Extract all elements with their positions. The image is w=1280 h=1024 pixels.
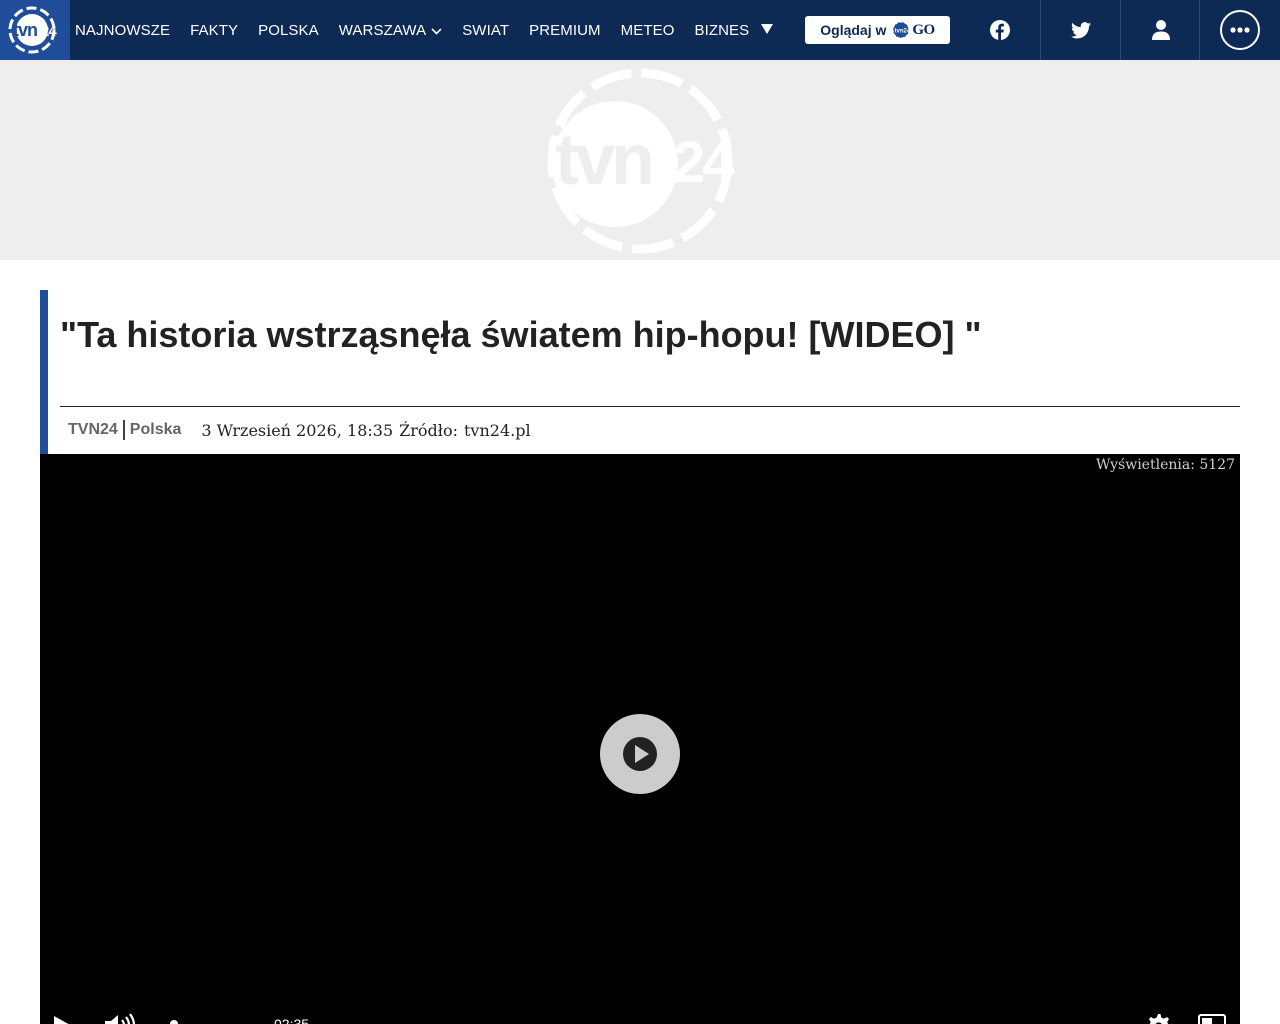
nav-item-polska[interactable]: POLSKA <box>258 22 319 39</box>
twitter-link[interactable] <box>1040 0 1120 60</box>
main-nav: NAJNOWSZE FAKTY POLSKA WARSZAWA SWIAT PR… <box>75 0 769 60</box>
tvn24-go-logo: tvn24 GO <box>892 21 935 39</box>
volume-icon <box>105 1013 136 1024</box>
svg-text:24: 24 <box>673 130 734 195</box>
watch-go-label: Oglądaj w <box>820 22 887 38</box>
facebook-icon <box>990 20 1010 40</box>
video-duration: 02:35 <box>274 1016 310 1024</box>
play-button[interactable] <box>52 1014 74 1024</box>
watch-go-button[interactable]: Oglądaj w tvn24 GO <box>805 16 950 44</box>
nav-item-premium[interactable]: PREMIUM <box>529 22 601 39</box>
article-source: tvn24.pl <box>463 420 531 440</box>
go-brand-text: GO <box>912 21 935 38</box>
nav-more-triangle-icon[interactable] <box>760 22 774 36</box>
user-icon <box>1151 20 1170 40</box>
view-count: Wyświetlenia: 5127 <box>1096 457 1235 473</box>
picture-in-picture-icon <box>1198 1014 1226 1024</box>
nav-item-warszawa[interactable]: WARSZAWA <box>339 22 442 39</box>
article-category[interactable]: Polska <box>130 421 182 439</box>
nav-item-label: NAJNOWSZE <box>75 21 171 39</box>
tvn24-watermark-logo-icon: tvn 24 <box>547 68 737 254</box>
volume-button[interactable] <box>103 1012 137 1024</box>
nav-item-label: METEO <box>620 21 675 39</box>
settings-button[interactable] <box>1145 1012 1171 1024</box>
nav-item-label: SWIAT <box>462 21 510 39</box>
user-account-button[interactable] <box>1120 0 1200 60</box>
nav-item-label: POLSKA <box>258 21 319 39</box>
nav-item-label: PREMIUM <box>529 21 601 39</box>
video-player[interactable]: Wyświetlenia: 5127 02:35 <box>40 454 1240 1024</box>
nav-item-meteo[interactable]: METEO <box>621 22 675 39</box>
twitter-icon <box>1070 21 1091 38</box>
chevron-down-icon <box>431 22 442 39</box>
more-menu-button[interactable] <box>1199 0 1280 60</box>
tvn24-logo-icon: tvn 24 <box>8 6 58 54</box>
play-icon <box>54 1016 69 1024</box>
picture-in-picture-button[interactable] <box>1198 1014 1226 1024</box>
nav-item-biznes[interactable]: BIZNES <box>694 22 749 39</box>
gear-icon <box>1149 1014 1169 1024</box>
title-divider <box>60 406 1240 407</box>
svg-text:24: 24 <box>41 23 57 40</box>
article-date: 3 Wrzesień 2026, 18:35 <box>201 420 394 440</box>
tvn24-small-logo-icon: tvn24 <box>892 21 910 39</box>
big-play-button[interactable] <box>600 714 680 794</box>
nav-item-label: WARSZAWA <box>338 21 427 39</box>
meta-separator <box>122 420 125 440</box>
article-accent-bar <box>40 290 48 454</box>
facebook-link[interactable] <box>960 0 1040 60</box>
article-source-label: Źródło: <box>399 420 458 440</box>
article-brand[interactable]: TVN24 <box>68 421 118 439</box>
volume-slider-handle[interactable] <box>170 1020 178 1024</box>
svg-text:tvn24: tvn24 <box>895 29 911 35</box>
nav-item-fakty[interactable]: FAKTY <box>190 22 238 39</box>
svg-text:tvn: tvn <box>555 120 651 200</box>
svg-text:tvn: tvn <box>13 20 37 40</box>
header-banner: tvn 24 <box>0 60 1280 260</box>
play-icon <box>623 737 657 771</box>
article-title: "Ta historia wstrząsnęła światem hip-hop… <box>60 314 982 355</box>
nav-item-label: BIZNES <box>694 21 750 39</box>
article-meta: TVN24 Polska 3 Wrzesień 2026, 18:35 Źród… <box>68 418 531 442</box>
tvn24-logo[interactable]: tvn 24 <box>0 0 70 60</box>
more-icon <box>1220 10 1260 50</box>
nav-item-najnowsze[interactable]: NAJNOWSZE <box>75 22 170 39</box>
nav-item-swiat[interactable]: SWIAT <box>462 22 509 39</box>
top-navigation: tvn 24 NAJNOWSZE FAKTY POLSKA WARSZAWA S… <box>0 0 1280 60</box>
nav-item-label: FAKTY <box>190 21 239 39</box>
